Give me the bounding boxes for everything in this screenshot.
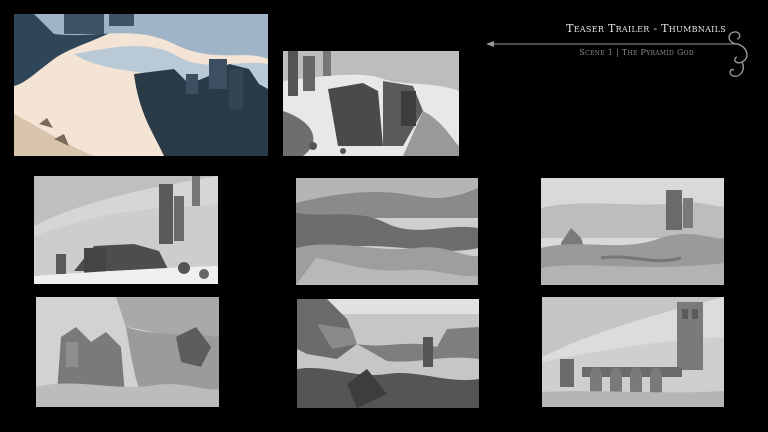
thumbnail-aqueduct-tower[interactable] (542, 297, 724, 407)
thumbnail-image (34, 176, 218, 284)
thumbnail-image (36, 297, 219, 407)
thumbnail-ruins-courtyard[interactable] (283, 51, 459, 156)
thumbnail-image (296, 178, 478, 285)
thumbnail-image (541, 178, 724, 285)
thumbnail-image (297, 299, 479, 408)
thumbnail-distant-ruin[interactable] (541, 178, 724, 285)
arrow-rule-icon (486, 41, 738, 47)
thumbnail-canyon-bridge[interactable] (297, 299, 479, 408)
page-subtitle: Scene 1 | The Pyramid God (579, 48, 694, 57)
thumbnail-color-keyframe[interactable] (14, 14, 268, 156)
thumbnail-image (283, 51, 459, 156)
thumbnail-rolling-dunes[interactable] (296, 178, 478, 285)
thumbnail-tower-on-hill[interactable] (34, 176, 218, 284)
thumbnail-image (14, 14, 268, 156)
page-title: Teaser Trailer - Thumbnails (566, 22, 726, 35)
thumbnail-image (542, 297, 724, 407)
ornamental-flourish-icon (728, 31, 748, 77)
thumbnail-cliff-fortress[interactable] (36, 297, 219, 407)
